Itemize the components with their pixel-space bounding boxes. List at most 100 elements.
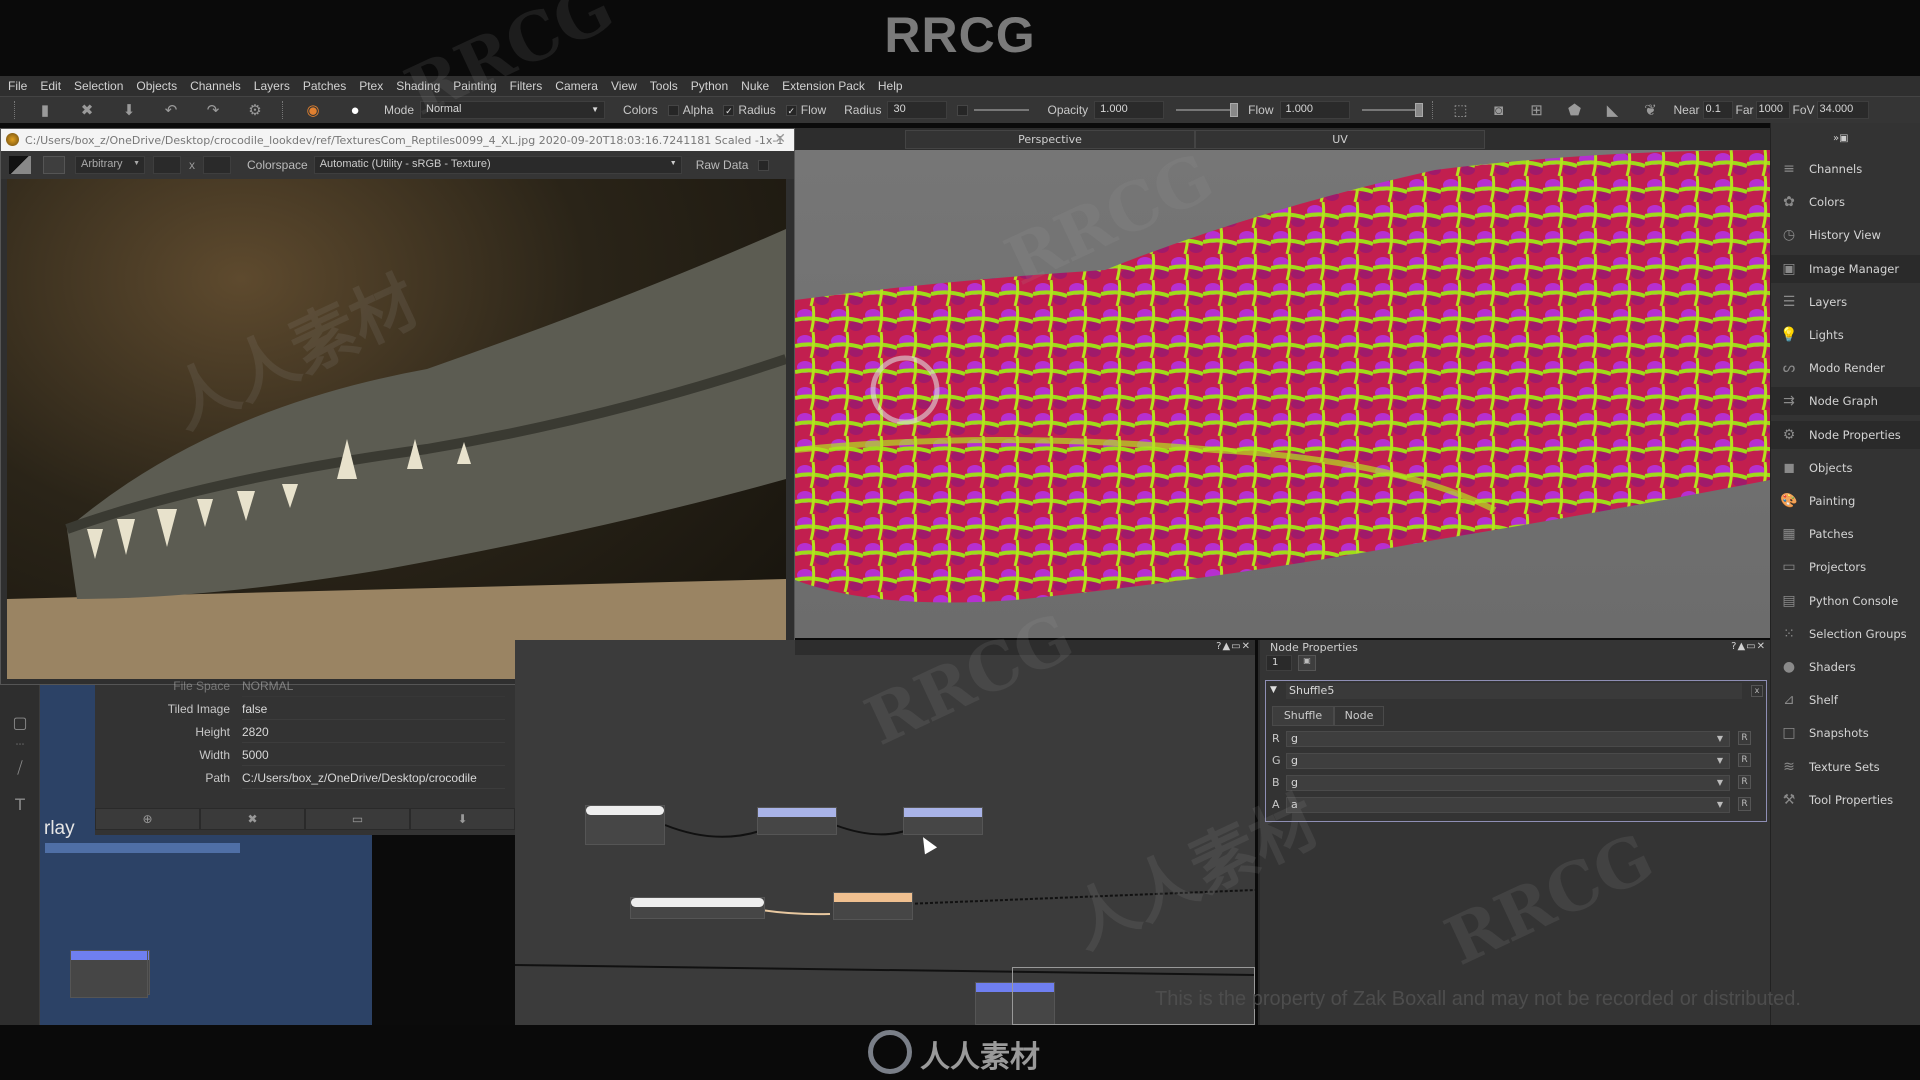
- flow-field[interactable]: 1.000: [1279, 101, 1350, 119]
- graph-node-shuffle-5[interactable]: [833, 892, 913, 920]
- fov-field[interactable]: 34.000: [1816, 101, 1869, 119]
- menu-channels[interactable]: Channels: [190, 79, 241, 93]
- menu-selection[interactable]: Selection: [74, 79, 123, 93]
- pin-button[interactable]: ▣: [1298, 655, 1316, 671]
- menu-help[interactable]: Help: [878, 79, 903, 93]
- dock-item-node-properties[interactable]: ⚙ Node Properties: [1771, 420, 1920, 449]
- dock-expand-icon[interactable]: »▣: [1833, 133, 1849, 144]
- graph-node-overlay[interactable]: [70, 950, 148, 998]
- dock-item-shelf[interactable]: ⊿ Shelf: [1771, 686, 1920, 714]
- panel-controls[interactable]: ?▲▭✕: [1731, 641, 1766, 652]
- dock-item-modo-render[interactable]: ᔕ Modo Render: [1771, 354, 1920, 382]
- reference-image[interactable]: [7, 179, 786, 679]
- menu-layers[interactable]: Layers: [254, 79, 290, 93]
- channel-a-select[interactable]: a ▼: [1286, 797, 1730, 813]
- property-value[interactable]: false: [242, 700, 505, 720]
- radius-slider[interactable]: [974, 109, 1030, 111]
- reset-button[interactable]: R: [1738, 731, 1751, 745]
- menu-edit[interactable]: Edit: [40, 79, 61, 93]
- image-viewer-window[interactable]: C:/Users/box_z/OneDrive/Desktop/crocodil…: [0, 128, 795, 685]
- tab-perspective[interactable]: Perspective: [905, 130, 1195, 149]
- dock-item-snapshots[interactable]: □ Snapshots: [1771, 719, 1920, 747]
- camera-icon[interactable]: ◙: [1490, 101, 1508, 119]
- reset-button[interactable]: R: [1738, 753, 1751, 767]
- grip-icon[interactable]: ⋯: [10, 740, 30, 760]
- close-icon[interactable]: ✕: [774, 131, 786, 147]
- far-field[interactable]: 1000: [1755, 101, 1790, 119]
- project-settings-icon[interactable]: ⚙: [246, 101, 264, 119]
- radius-slider-handle[interactable]: [957, 104, 969, 116]
- size-mode-select[interactable]: Arbitrary ▼: [75, 156, 145, 174]
- flow-slider[interactable]: [1361, 103, 1423, 117]
- menu-extension-pack[interactable]: Extension Pack: [782, 79, 865, 93]
- toolbar-grip[interactable]: [14, 101, 18, 119]
- property-value[interactable]: C:/Users/box_z/OneDrive/Desktop/crocodil…: [242, 769, 505, 789]
- flow-slider-knob[interactable]: [1414, 103, 1423, 117]
- graph-node-blur[interactable]: [757, 807, 837, 835]
- panel-controls[interactable]: ?▲▭✕: [1216, 641, 1251, 652]
- save-file-icon[interactable]: ⬇: [120, 101, 138, 119]
- opacity-slider[interactable]: [1176, 103, 1238, 117]
- node-name-field[interactable]: Shuffle5: [1286, 683, 1742, 699]
- radius-field[interactable]: 30: [887, 101, 948, 119]
- dock-item-history-view[interactable]: ◷ History View: [1771, 221, 1920, 249]
- menu-view[interactable]: View: [611, 79, 637, 93]
- dock-item-channels[interactable]: ≡ Channels: [1771, 155, 1920, 183]
- mode-select[interactable]: Normal ▼: [420, 101, 606, 119]
- alpha-checkbox[interactable]: [667, 104, 679, 116]
- menu-patches[interactable]: Patches: [303, 79, 346, 93]
- reset-button[interactable]: R: [1738, 797, 1751, 811]
- colorspace-select[interactable]: Automatic (Utility - sRGB - Texture) ▼: [313, 156, 682, 174]
- menu-camera[interactable]: Camera: [555, 79, 598, 93]
- projection-icon[interactable]: ◣: [1604, 101, 1622, 119]
- 3d-viewport[interactable]: [795, 150, 1770, 638]
- property-value[interactable]: 2820: [242, 723, 505, 743]
- flow-checkbox[interactable]: ✓: [785, 104, 797, 116]
- raw-data-checkbox[interactable]: [758, 159, 770, 171]
- node-graph[interactable]: [70, 640, 1255, 1025]
- dock-item-patches[interactable]: ▦ Patches: [1771, 520, 1920, 548]
- collapse-icon[interactable]: ▼: [1270, 685, 1277, 695]
- lighting-icon[interactable]: ❦: [1642, 101, 1660, 119]
- fit-view-button[interactable]: [43, 156, 65, 174]
- remove-image-button[interactable]: ✖: [200, 808, 305, 830]
- menu-objects[interactable]: Objects: [136, 79, 177, 93]
- dock-item-image-manager[interactable]: ▣ Image Manager: [1771, 254, 1920, 283]
- menu-python[interactable]: Python: [691, 79, 728, 93]
- graph-node-read[interactable]: [585, 805, 665, 845]
- open-image-button[interactable]: ▭: [305, 808, 410, 830]
- dock-item-objects[interactable]: ◼ Objects: [1771, 454, 1920, 482]
- shaded-icon[interactable]: ⬟: [1566, 101, 1584, 119]
- reset-button[interactable]: R: [1738, 775, 1751, 789]
- dock-item-python-console[interactable]: ▤ Python Console: [1771, 587, 1920, 615]
- frame-icon[interactable]: ▢: [10, 713, 30, 733]
- dock-item-projectors[interactable]: ▭ Projectors: [1771, 553, 1920, 581]
- overlay-layer-bar[interactable]: [45, 843, 240, 853]
- add-image-button[interactable]: ⊕: [95, 808, 200, 830]
- menu-ptex[interactable]: Ptex: [359, 79, 383, 93]
- checker-background-icon[interactable]: [9, 156, 31, 174]
- undo-icon[interactable]: ↶: [162, 101, 180, 119]
- channel-r-select[interactable]: g ▼: [1286, 731, 1730, 747]
- tab-uv[interactable]: UV: [1195, 130, 1485, 149]
- brush-icon[interactable]: ⧸: [10, 758, 30, 778]
- dock-item-selection-groups[interactable]: ⁙ Selection Groups: [1771, 620, 1920, 648]
- save-image-button[interactable]: ⬇: [410, 808, 515, 830]
- size-x-field[interactable]: [153, 156, 181, 174]
- opacity-slider-knob[interactable]: [1229, 103, 1238, 117]
- dock-item-texture-sets[interactable]: ≋ Texture Sets: [1771, 753, 1920, 781]
- page-field[interactable]: 1: [1266, 655, 1292, 671]
- dock-item-layers[interactable]: ☰ Layers: [1771, 288, 1920, 316]
- radius-checkbox[interactable]: ✓: [723, 104, 735, 116]
- channel-b-select[interactable]: g ▼: [1286, 775, 1730, 791]
- graph-node-shuffle[interactable]: [903, 807, 983, 835]
- dock-item-painting[interactable]: 🎨 Painting: [1771, 487, 1920, 515]
- tab-node[interactable]: Node: [1334, 706, 1384, 726]
- wireframe-cube-icon[interactable]: ⬚: [1452, 101, 1470, 119]
- close-file-icon[interactable]: ✖: [78, 101, 96, 119]
- brush-preview-icon[interactable]: ●: [346, 101, 364, 119]
- dock-item-lights[interactable]: 💡 Lights: [1771, 321, 1920, 349]
- property-value[interactable]: 5000: [242, 746, 505, 766]
- menu-painting[interactable]: Painting: [453, 79, 496, 93]
- grid-icon[interactable]: ⊞: [1528, 101, 1546, 119]
